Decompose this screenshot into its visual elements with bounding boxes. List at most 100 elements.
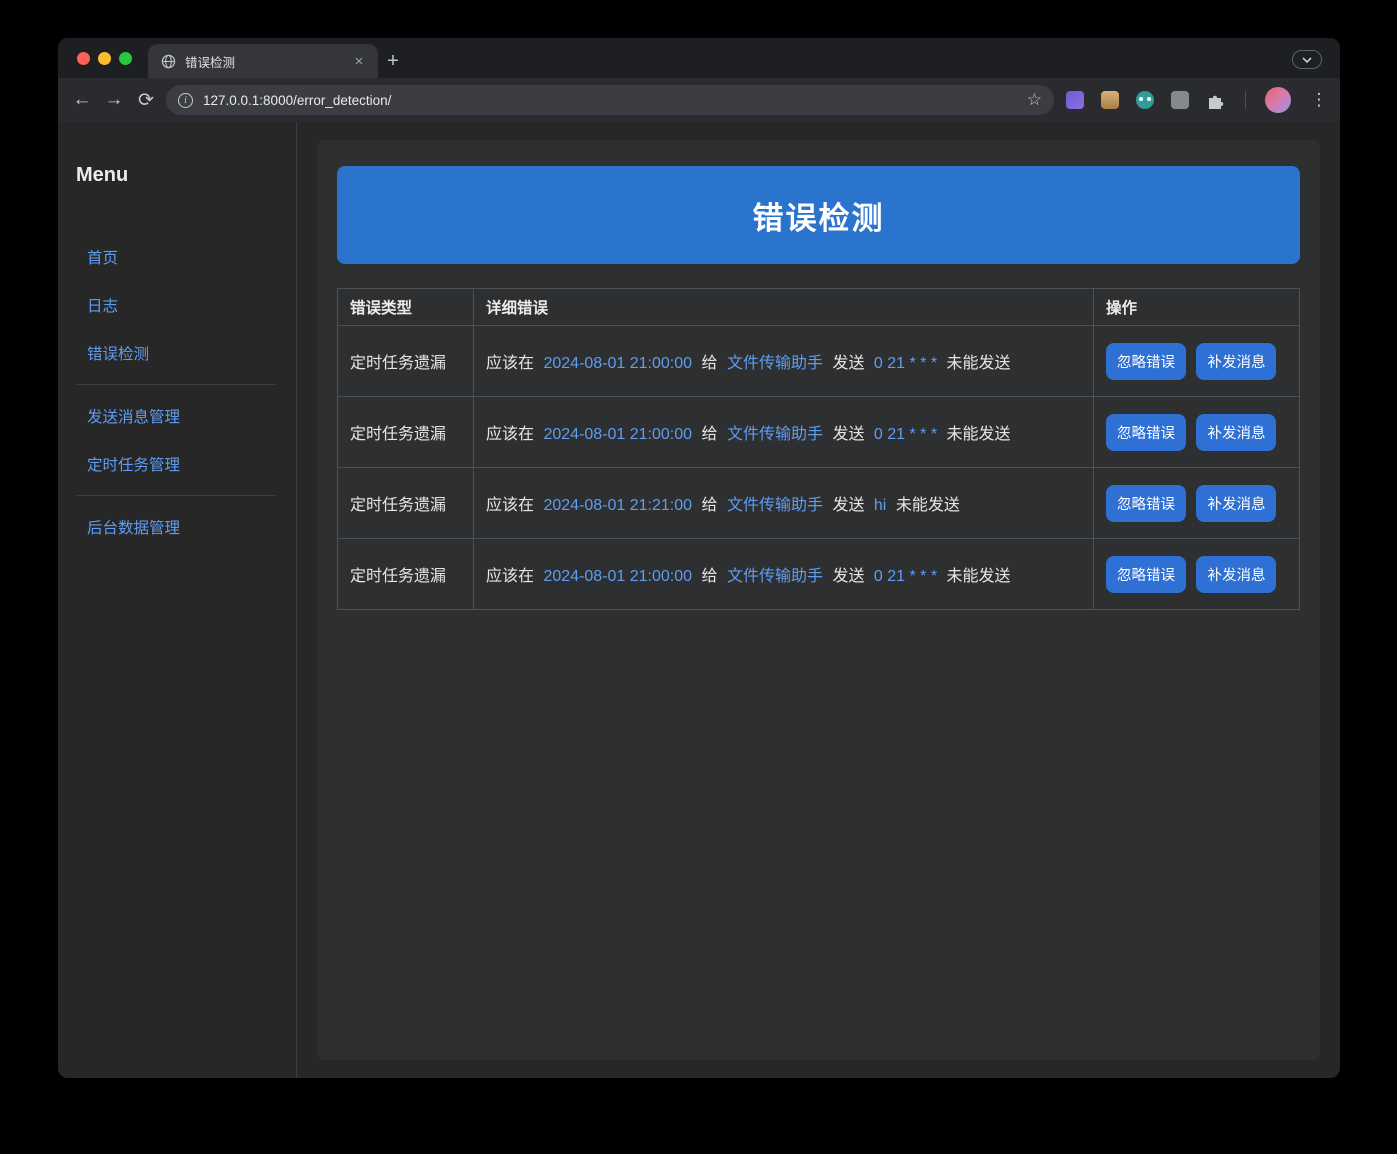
- profile-avatar[interactable]: [1265, 87, 1291, 113]
- close-window-button[interactable]: [77, 51, 90, 65]
- globe-icon: [161, 54, 176, 68]
- tab-strip: 错误检测 × +: [58, 38, 1340, 78]
- toolbar-divider: [1245, 91, 1246, 109]
- detail-payload-value: 0 21 * * *: [873, 355, 938, 372]
- error-detail-cell: 应该在 2024-08-01 21:00:00 给 文件传输助手 发送 0 21…: [473, 325, 1094, 397]
- page-title: 错误检测: [752, 200, 885, 236]
- detail-mid: 给: [701, 355, 718, 372]
- detail-mid: 发送: [832, 497, 865, 514]
- ignore-error-button[interactable]: 忽略错误: [1106, 484, 1186, 522]
- tab-search-button[interactable]: [1292, 50, 1322, 69]
- forward-button[interactable]: →: [98, 84, 130, 116]
- sidebar-divider: [76, 384, 276, 385]
- detail-time-value: 2024-08-01 21:00:00: [543, 568, 693, 585]
- extension-icon-gray[interactable]: [1171, 91, 1189, 109]
- detail-time-value: 2024-08-01 21:00:00: [543, 355, 693, 372]
- detail-contact-value: 文件传输助手: [726, 568, 823, 585]
- chevron-down-icon: [1302, 56, 1312, 63]
- table-row: 定时任务遗漏 应该在 2024-08-01 21:00:00 给 文件传输助手 …: [337, 396, 1300, 468]
- detail-mid: 给: [701, 568, 718, 585]
- tab-close-icon[interactable]: ×: [350, 53, 368, 70]
- detail-time-value: 2024-08-01 21:21:00: [543, 497, 693, 514]
- page-body: Menu 首页 日志 错误检测 发送消息管理 定时任务管理 后台数据管理 错误检…: [58, 122, 1340, 1078]
- actions-cell: 忽略错误 补发消息: [1093, 538, 1300, 610]
- actions-cell: 忽略错误 补发消息: [1093, 396, 1300, 468]
- window-controls: [58, 38, 148, 78]
- reload-button[interactable]: ⟳: [130, 84, 162, 116]
- detail-suffix: 未能发送: [946, 355, 1011, 372]
- detail-suffix: 未能发送: [946, 426, 1011, 443]
- resend-message-button[interactable]: 补发消息: [1196, 342, 1277, 380]
- error-table: 错误类型 详细错误 操作 定时任务遗漏 应该在 2024-08-01 21:00…: [337, 288, 1300, 610]
- detail-mid: 发送: [832, 355, 865, 372]
- detail-payload-value: 0 21 * * *: [873, 426, 938, 443]
- ignore-error-button[interactable]: 忽略错误: [1106, 413, 1186, 451]
- resend-message-button[interactable]: 补发消息: [1196, 413, 1277, 451]
- error-type-cell: 定时任务遗漏: [337, 396, 474, 468]
- detail-payload-value: hi: [873, 497, 887, 514]
- detail-mid: 发送: [832, 568, 865, 585]
- detail-prefix: 应该在: [486, 426, 535, 443]
- address-bar[interactable]: i 127.0.0.1:8000/error_detection/ ☆: [166, 85, 1054, 115]
- site-info-icon[interactable]: i: [178, 92, 193, 108]
- ignore-error-button[interactable]: 忽略错误: [1106, 342, 1186, 380]
- error-detail-cell: 应该在 2024-08-01 21:00:00 给 文件传输助手 发送 0 21…: [473, 538, 1094, 610]
- page-header-banner: 错误检测: [337, 166, 1300, 264]
- error-detail-cell: 应该在 2024-08-01 21:00:00 给 文件传输助手 发送 0 21…: [473, 396, 1094, 468]
- detail-mid: 给: [701, 497, 718, 514]
- browser-tab[interactable]: 错误检测 ×: [148, 44, 378, 78]
- sidebar-item-logs[interactable]: 日志: [76, 281, 296, 329]
- column-header-actions: 操作: [1093, 288, 1300, 326]
- table-row: 定时任务遗漏 应该在 2024-08-01 21:00:00 给 文件传输助手 …: [337, 538, 1300, 610]
- detail-suffix: 未能发送: [946, 568, 1011, 585]
- detail-prefix: 应该在: [486, 355, 535, 372]
- sidebar-title: Menu: [76, 164, 129, 186]
- tab-title: 错误检测: [185, 55, 236, 70]
- error-type-cell: 定时任务遗漏: [337, 325, 474, 397]
- minimize-window-button[interactable]: [98, 51, 111, 65]
- detail-prefix: 应该在: [486, 497, 535, 514]
- actions-cell: 忽略错误 补发消息: [1093, 325, 1300, 397]
- browser-menu-icon[interactable]: ⋮: [1308, 90, 1330, 110]
- ignore-error-button[interactable]: 忽略错误: [1106, 555, 1186, 593]
- detail-prefix: 应该在: [486, 568, 535, 585]
- error-detail-cell: 应该在 2024-08-01 21:21:00 给 文件传输助手 发送 hi 未…: [473, 467, 1094, 539]
- back-button[interactable]: ←: [66, 84, 98, 116]
- detail-suffix: 未能发送: [895, 497, 960, 514]
- url-text[interactable]: 127.0.0.1:8000/error_detection/: [203, 93, 1027, 108]
- new-tab-button[interactable]: +: [378, 44, 408, 78]
- table-header-row: 错误类型 详细错误 操作: [337, 288, 1300, 326]
- resend-message-button[interactable]: 补发消息: [1196, 555, 1277, 593]
- browser-window: 错误检测 × + ← → ⟳ i 127.0.0.1:8000/error_de…: [58, 38, 1340, 1078]
- sidebar-item-scheduled-task-management[interactable]: 定时任务管理: [76, 440, 296, 488]
- sidebar-item-send-message-management[interactable]: 发送消息管理: [76, 392, 296, 440]
- actions-cell: 忽略错误 补发消息: [1093, 467, 1300, 539]
- sidebar-divider: [76, 495, 276, 496]
- extensions-puzzle-icon[interactable]: [1206, 90, 1226, 110]
- extension-icon-tan[interactable]: [1101, 91, 1119, 109]
- error-type-cell: 定时任务遗漏: [337, 538, 474, 610]
- extension-icon-teal[interactable]: [1136, 91, 1154, 109]
- extensions-area: ⋮: [1066, 87, 1330, 113]
- extension-icon-purple[interactable]: [1066, 91, 1084, 109]
- detail-time-value: 2024-08-01 21:00:00: [543, 426, 693, 443]
- table-row: 定时任务遗漏 应该在 2024-08-01 21:00:00 给 文件传输助手 …: [337, 325, 1300, 397]
- browser-toolbar: ← → ⟳ i 127.0.0.1:8000/error_detection/ …: [58, 78, 1340, 122]
- error-type-cell: 定时任务遗漏: [337, 467, 474, 539]
- bookmark-star-icon[interactable]: ☆: [1027, 90, 1042, 110]
- detail-contact-value: 文件传输助手: [726, 426, 823, 443]
- column-header-error-type: 错误类型: [337, 288, 474, 326]
- detail-contact-value: 文件传输助手: [726, 355, 823, 372]
- detail-mid: 给: [701, 426, 718, 443]
- sidebar-item-home[interactable]: 首页: [76, 233, 296, 281]
- resend-message-button[interactable]: 补发消息: [1196, 484, 1277, 522]
- sidebar-item-error-detection[interactable]: 错误检测: [76, 329, 296, 377]
- table-row: 定时任务遗漏 应该在 2024-08-01 21:21:00 给 文件传输助手 …: [337, 467, 1300, 539]
- fullscreen-window-button[interactable]: [119, 51, 132, 65]
- sidebar-item-backend-data-management[interactable]: 后台数据管理: [76, 503, 296, 551]
- detail-mid: 发送: [832, 426, 865, 443]
- content-panel: 错误检测 错误类型 详细错误 操作 定时任务遗漏 应该在 2024-08-01 …: [317, 140, 1320, 1060]
- column-header-error-detail: 详细错误: [473, 288, 1094, 326]
- main-content: 错误检测 错误类型 详细错误 操作 定时任务遗漏 应该在 2024-08-01 …: [297, 122, 1340, 1078]
- detail-contact-value: 文件传输助手: [726, 497, 823, 514]
